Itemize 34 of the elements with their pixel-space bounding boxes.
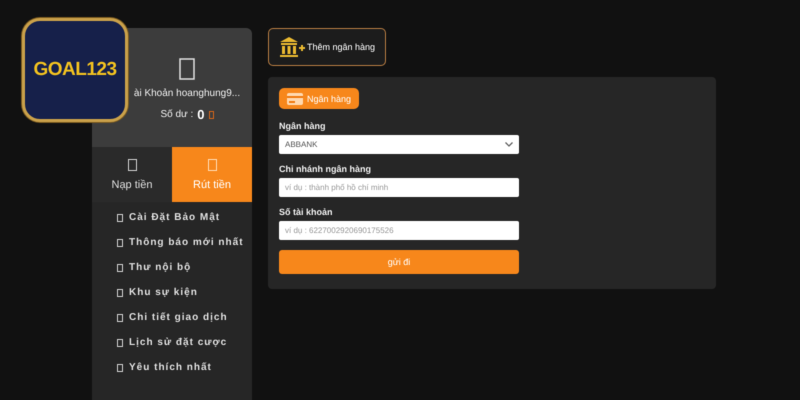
placeholder-icon xyxy=(128,158,136,170)
bank-badge: Ngân hàng xyxy=(279,88,360,109)
placeholder-icon xyxy=(179,58,195,80)
placeholder-icon xyxy=(117,338,123,346)
input-field[interactable]: ví dụ : thành phố hồ chí minh xyxy=(279,178,519,197)
account-name: ài Khoản hoanghung9... xyxy=(134,88,240,99)
field-label: Chi nhánh ngân hàng xyxy=(279,164,371,174)
placeholder-icon xyxy=(117,214,123,222)
add-bank-button[interactable]: Thêm ngân hàng xyxy=(268,28,386,66)
menu-item[interactable]: Cài Đặt Bảo Mật xyxy=(129,212,220,223)
balance-value: 0 xyxy=(197,107,205,122)
menu-item[interactable]: Yêu thích nhất xyxy=(129,362,212,373)
field-label: Ngân hàng xyxy=(279,121,326,131)
placeholder-icon xyxy=(208,158,216,170)
menu-item[interactable]: Thông báo mới nhất xyxy=(129,237,244,248)
menu-item[interactable]: Thư nội bộ xyxy=(129,262,192,273)
placeholder-icon xyxy=(117,364,123,372)
balance-label: Số dư : xyxy=(160,109,194,120)
placeholder-icon xyxy=(117,314,123,322)
placeholder-icon xyxy=(117,288,123,296)
currency-icon xyxy=(208,110,214,118)
chevron-down-icon xyxy=(505,142,513,147)
input-field[interactable]: ví dụ : 6227002920690175526 xyxy=(279,221,519,240)
placeholder-icon xyxy=(117,264,123,272)
placeholder-icon xyxy=(117,238,123,246)
menu-item[interactable]: Khu sự kiện xyxy=(129,287,198,298)
bank-select[interactable]: ABBANK xyxy=(279,135,519,154)
bank-plus-icon xyxy=(279,37,305,57)
card-icon xyxy=(287,92,303,104)
tab[interactable]: Nạp tiền xyxy=(92,147,172,202)
menu-item[interactable]: Lịch sử đặt cược xyxy=(129,337,228,348)
logo-text: GOAL123 xyxy=(33,59,117,81)
field-label: Số tài khoản xyxy=(279,207,333,217)
menu-item[interactable]: Chi tiết giao dịch xyxy=(129,312,228,323)
